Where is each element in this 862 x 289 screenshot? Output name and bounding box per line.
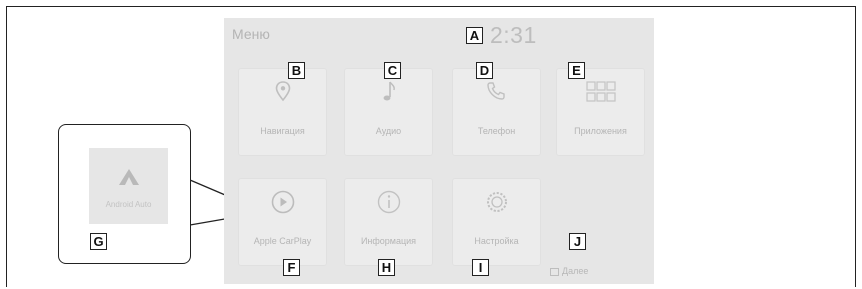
tag-f: F (283, 259, 300, 276)
tag-i: I (472, 259, 489, 276)
android-auto-icon (89, 166, 168, 188)
tag-b: B (288, 62, 305, 79)
music-note-icon (344, 78, 433, 106)
tile-settings[interactable]: Настройка (452, 178, 541, 266)
tile-label: Приложения (574, 126, 627, 136)
map-pin-icon (238, 78, 327, 106)
next-label: Далее (562, 266, 589, 276)
next-icon (550, 267, 559, 276)
gear-icon (452, 188, 541, 216)
tile-label: Аудио (375, 126, 402, 136)
tile-audio[interactable]: Аудио (344, 68, 433, 156)
play-circle-icon (238, 188, 327, 216)
android-auto-tile[interactable]: Android Auto (89, 148, 168, 224)
tag-a: A (466, 27, 483, 44)
tag-c: C (384, 62, 401, 79)
tag-h: H (378, 259, 395, 276)
android-auto-label: Android Auto (105, 200, 152, 209)
phone-icon (452, 78, 541, 106)
tile-label: Навигация (260, 126, 305, 136)
tag-d: D (476, 62, 493, 79)
tag-g: G (90, 233, 107, 250)
info-icon (344, 188, 433, 216)
tag-e: E (568, 62, 585, 79)
tile-information[interactable]: Информация (344, 178, 433, 266)
tag-j: J (569, 233, 586, 250)
tile-apple-carplay[interactable]: Apple CarPlay (238, 178, 327, 266)
tile-apps[interactable]: Приложения (556, 68, 645, 156)
menu-title: Меню (232, 26, 270, 42)
next-button[interactable]: Далее (550, 266, 588, 276)
tile-label: Настройка (474, 236, 519, 246)
tile-label: Информация (360, 236, 417, 246)
tile-navigation[interactable]: Навигация (238, 68, 327, 156)
grid-icon (556, 78, 645, 106)
tile-label: Apple CarPlay (253, 236, 312, 246)
tile-phone[interactable]: Телефон (452, 68, 541, 156)
head-unit-screen: Меню 2:31 Навигация Аудио Телефон Прилож… (224, 18, 654, 284)
clock: 2:31 (490, 22, 537, 48)
tile-label: Телефон (477, 126, 516, 136)
